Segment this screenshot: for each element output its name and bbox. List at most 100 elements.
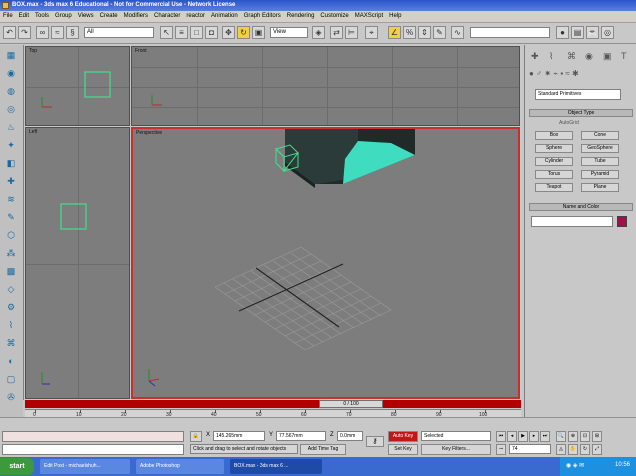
autogrid-label[interactable]: AutoGrid [559, 120, 579, 126]
set-key-button[interactable]: Set Key [388, 444, 418, 455]
align-icon[interactable]: ⊨ [345, 26, 358, 39]
key-mode-toggle-icon[interactable]: ⊸ [496, 444, 506, 455]
select-move-icon[interactable]: ✥ [222, 26, 235, 39]
add-time-tag-button[interactable]: Add Time Tag [300, 444, 346, 455]
menu-reactor[interactable]: reactor [183, 11, 208, 22]
nurbs-icon[interactable]: ◇ [4, 283, 18, 296]
selection-filter-dropdown[interactable]: All [84, 27, 154, 38]
select-scale-icon[interactable]: ▣ [252, 26, 265, 39]
auto-key-button[interactable]: Auto Key [388, 431, 418, 442]
current-frame-field[interactable]: 74 [509, 444, 551, 454]
teapot-icon[interactable]: ♨ [4, 121, 18, 134]
material-editor-icon[interactable]: ● [556, 26, 569, 39]
particles-icon[interactable]: ⁂ [4, 247, 18, 260]
unlink-icon[interactable]: ≈ [51, 26, 64, 39]
pan-icon[interactable]: ✋ [568, 444, 578, 455]
box-icon[interactable]: ▦ [4, 49, 18, 62]
start-button[interactable]: start [0, 458, 34, 475]
hierarchy-tab-icon[interactable]: ⌘ [567, 51, 576, 62]
modify-tab-icon[interactable]: ⌇ [549, 51, 553, 62]
selected-box-left[interactable] [60, 203, 87, 230]
menu-modifiers[interactable]: Modifiers [121, 11, 151, 22]
zoom-icon[interactable]: 🔍 [556, 431, 566, 442]
percent-snap-icon[interactable]: % [403, 26, 416, 39]
display-icon[interactable]: ▢ [4, 373, 18, 386]
spinner-snap-icon[interactable]: ⇕ [418, 26, 431, 39]
helper-icon[interactable]: ✚ [4, 175, 18, 188]
goto-start-icon[interactable]: ⏮ [496, 431, 506, 442]
maxscript-mini-input[interactable] [2, 444, 184, 455]
viewport-perspective[interactable]: Perspective [131, 127, 520, 399]
torus-icon[interactable]: ◎ [4, 103, 18, 116]
menu-file[interactable]: File [0, 11, 16, 22]
create-tab-icon[interactable]: ✚ [531, 51, 539, 62]
menu-rendering[interactable]: Rendering [284, 11, 318, 22]
time-slider[interactable]: 0 / 100 [319, 400, 383, 408]
geosphere-button[interactable]: GeoSphere [581, 144, 619, 153]
utilities-tab-icon[interactable]: T [621, 51, 627, 61]
menu-views[interactable]: Views [75, 11, 97, 22]
systems-icon[interactable]: ✱ [572, 69, 579, 78]
viewport-left[interactable]: Left [25, 127, 130, 399]
plane-button[interactable]: Plane [581, 183, 619, 192]
snap-toggle-icon[interactable]: ⌖ [365, 26, 378, 39]
patch-grid-icon[interactable]: ▩ [4, 265, 18, 278]
key-mode-dropdown[interactable]: Selected [421, 431, 491, 441]
display-tab-icon[interactable]: ▣ [603, 51, 612, 62]
x-coordinate-field[interactable]: 145.265mm [213, 431, 265, 441]
viewport-top[interactable]: Top [25, 46, 130, 126]
render-last-icon[interactable]: ◎ [601, 26, 614, 39]
pivot-center-icon[interactable]: ◈ [312, 26, 325, 39]
dynamics-icon[interactable]: ⚙ [4, 301, 18, 314]
bind-space-warp-icon[interactable]: § [66, 26, 79, 39]
named-selection-sets-dropdown[interactable] [470, 27, 550, 38]
spacewarp-icon[interactable]: ≋ [4, 193, 18, 206]
cameras-icon[interactable]: ⌁ [553, 69, 558, 78]
object-type-rollout[interactable]: Object Type [529, 109, 633, 117]
play-icon[interactable]: ▶ [518, 431, 528, 442]
angle-snap-icon[interactable]: ∠ [388, 26, 401, 39]
curve-editor-icon[interactable]: ∿ [451, 26, 464, 39]
cylinder-button[interactable]: Cylinder [535, 157, 573, 166]
z-coordinate-field[interactable]: 0.0mm [337, 431, 363, 441]
hierarchy-icon[interactable]: ⌘ [4, 337, 18, 350]
camera-icon[interactable]: ◧ [4, 157, 18, 170]
select-by-name-icon[interactable]: ≡ [175, 26, 188, 39]
menu-customize[interactable]: Customize [317, 11, 351, 22]
object-color-swatch[interactable] [617, 216, 627, 227]
next-frame-icon[interactable]: ▸ [529, 431, 539, 442]
task-edit-post[interactable]: Edit Post - michaelshuh... [40, 459, 130, 474]
utilities-icon[interactable]: ✇ [4, 391, 18, 404]
mirror-icon[interactable]: ⇄ [330, 26, 343, 39]
menu-create[interactable]: Create [97, 11, 121, 22]
maxscript-listener[interactable] [2, 431, 184, 442]
selected-box-top[interactable] [84, 71, 111, 98]
cone-button[interactable]: Cone [581, 131, 619, 140]
tube-button[interactable]: Tube [581, 157, 619, 166]
motion-tab-icon[interactable]: ◉ [585, 51, 593, 62]
light-icon[interactable]: ✦ [4, 139, 18, 152]
rectangle-selection-icon[interactable]: □ [190, 26, 203, 39]
tray-icons[interactable]: ◉ ◈ ✉ [566, 462, 584, 469]
category-dropdown[interactable]: Standard Primitives [535, 89, 621, 100]
quick-render-icon[interactable]: ☕ [586, 26, 599, 39]
lights-icon[interactable]: ✷ [544, 69, 551, 78]
select-object-icon[interactable]: ↖ [160, 26, 173, 39]
y-coordinate-field[interactable]: 77.567mm [276, 431, 326, 441]
name-and-color-rollout[interactable]: Name and Color [529, 203, 633, 211]
motion-icon[interactable]: ◐ [4, 355, 18, 368]
lock-selection-icon[interactable]: 🔒 [190, 431, 202, 442]
sphere-icon[interactable]: ◉ [4, 67, 18, 80]
sphere-button[interactable]: Sphere [535, 144, 573, 153]
geometry-icon[interactable]: ● [529, 69, 534, 78]
pyramid-button[interactable]: Pyramid [581, 170, 619, 179]
render-scene-icon[interactable]: ▤ [571, 26, 584, 39]
select-rotate-icon[interactable]: ↻ [237, 26, 250, 39]
box-object[interactable] [285, 129, 415, 188]
undo-icon[interactable]: ↶ [3, 26, 16, 39]
viewport-front[interactable]: Front [131, 46, 520, 126]
helpers-icon[interactable]: ▪ [560, 69, 563, 78]
menu-graph-editors[interactable]: Graph Editors [241, 11, 284, 22]
zoom-extents-all-icon[interactable]: ⊞ [592, 431, 602, 442]
menu-help[interactable]: Help [386, 11, 404, 22]
